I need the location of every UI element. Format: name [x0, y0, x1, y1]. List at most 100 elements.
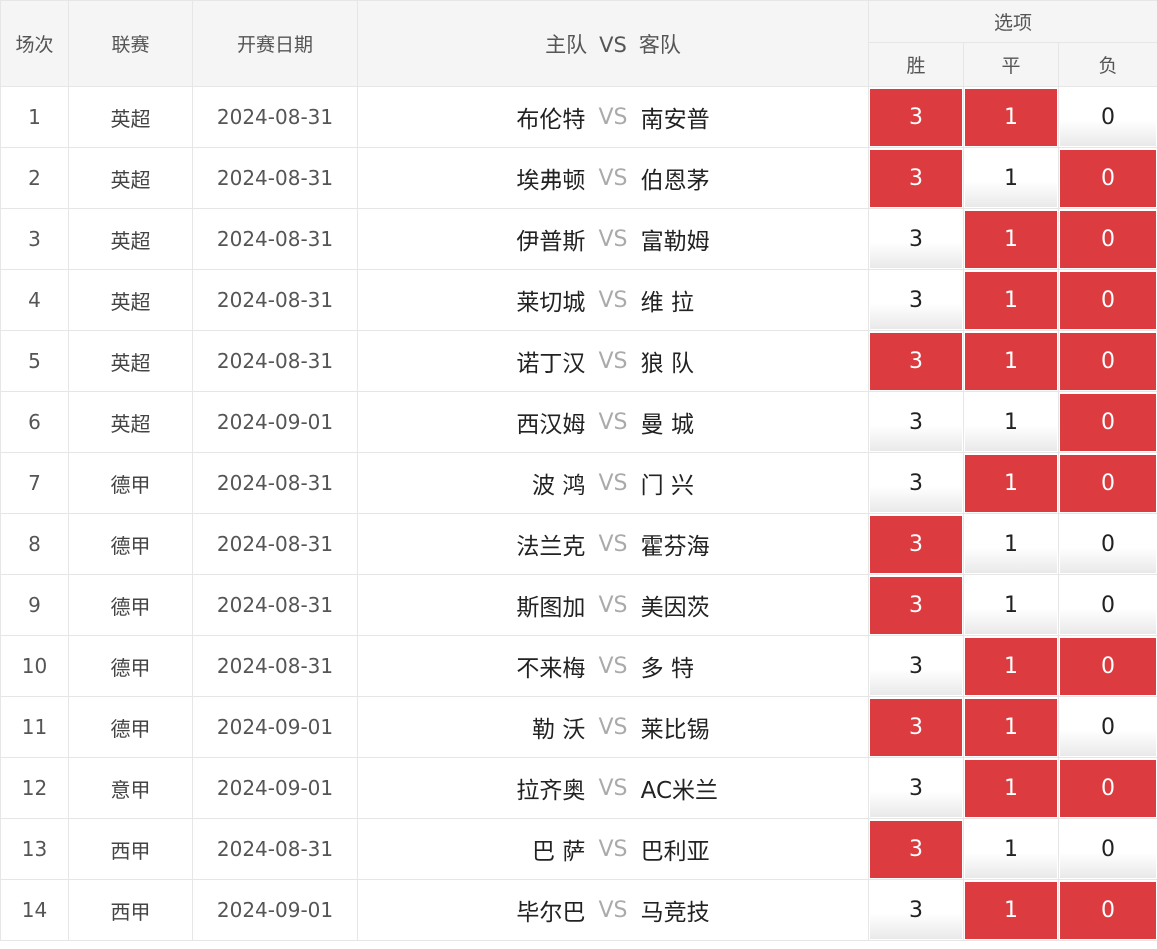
option-loss-button[interactable]: 0	[1060, 88, 1157, 146]
option-cell-win: 3	[868, 269, 964, 331]
option-cell-draw: 1	[963, 879, 1059, 941]
league-name: 德甲	[68, 452, 193, 514]
option-draw-button[interactable]: 1	[965, 332, 1057, 390]
vs-label: VS	[598, 531, 628, 557]
option-win-button[interactable]: 3	[870, 820, 962, 878]
option-cell-draw: 1	[963, 513, 1059, 575]
match-cell: 拉齐奥 VS AC米兰	[357, 757, 869, 819]
option-draw-button[interactable]: 1	[965, 393, 1057, 451]
option-win-button[interactable]: 3	[870, 454, 962, 512]
away-team: 维 拉	[640, 290, 694, 316]
home-team: 拉齐奥	[516, 778, 586, 804]
option-loss-button[interactable]: 0	[1060, 271, 1157, 329]
league-name: 英超	[68, 330, 193, 392]
option-draw-button[interactable]: 1	[965, 637, 1057, 695]
option-draw-button[interactable]: 1	[965, 698, 1057, 756]
option-cell-draw: 1	[963, 574, 1059, 636]
match-cell: 莱切城 VS 维 拉	[357, 269, 869, 331]
match-cell: 勒 沃 VS 莱比锡	[357, 696, 869, 758]
home-team: 西汉姆	[516, 412, 586, 438]
option-cell-loss: 0	[1057, 879, 1157, 941]
header-league: 联赛	[68, 0, 193, 87]
round-number: 10	[0, 635, 69, 697]
option-draw-button[interactable]: 1	[965, 759, 1057, 817]
option-draw-button[interactable]: 1	[965, 881, 1057, 939]
option-cell-win: 3	[868, 147, 964, 209]
match-cell: 法兰克 VS 霍芬海	[357, 513, 869, 575]
vs-label: VS	[598, 653, 628, 679]
option-loss-button[interactable]: 0	[1060, 149, 1157, 207]
option-loss-button[interactable]: 0	[1060, 820, 1157, 878]
header-round: 场次	[0, 0, 69, 87]
match-date: 2024-08-31	[192, 513, 358, 575]
option-cell-win: 3	[868, 879, 964, 941]
option-win-button[interactable]: 3	[870, 881, 962, 939]
round-number: 7	[0, 452, 69, 514]
header-win: 胜	[868, 42, 964, 87]
option-cell-loss: 0	[1057, 574, 1157, 636]
option-loss-button[interactable]: 0	[1060, 454, 1157, 512]
option-win-button[interactable]: 3	[870, 88, 962, 146]
option-loss-button[interactable]: 0	[1060, 515, 1157, 573]
away-team: AC米兰	[640, 778, 719, 804]
option-loss-button[interactable]: 0	[1060, 881, 1157, 939]
match-cell: 斯图加 VS 美因茨	[357, 574, 869, 636]
option-draw-button[interactable]: 1	[965, 210, 1057, 268]
option-cell-draw: 1	[963, 86, 1059, 148]
option-loss-button[interactable]: 0	[1060, 637, 1157, 695]
match-date: 2024-09-01	[192, 757, 358, 819]
option-win-button[interactable]: 3	[870, 271, 962, 329]
round-number: 9	[0, 574, 69, 636]
option-win-button[interactable]: 3	[870, 332, 962, 390]
match-date: 2024-08-31	[192, 86, 358, 148]
option-loss-button[interactable]: 0	[1060, 759, 1157, 817]
option-draw-button[interactable]: 1	[965, 454, 1057, 512]
option-win-button[interactable]: 3	[870, 515, 962, 573]
option-draw-button[interactable]: 1	[965, 515, 1057, 573]
option-cell-win: 3	[868, 513, 964, 575]
option-win-button[interactable]: 3	[870, 698, 962, 756]
vs-label: VS	[598, 226, 628, 252]
option-win-button[interactable]: 3	[870, 210, 962, 268]
option-draw-button[interactable]: 1	[965, 576, 1057, 634]
table-row: 11 德甲 2024-09-01 勒 沃 VS 莱比锡 3 1 0	[0, 696, 1157, 758]
match-date: 2024-09-01	[192, 696, 358, 758]
header-options-group: 选项	[867, 0, 1157, 43]
option-cell-win: 3	[868, 757, 964, 819]
table-row: 12 意甲 2024-09-01 拉齐奥 VS AC米兰 3 1 0	[0, 757, 1157, 819]
table-header: 场次 联赛 开赛日期 主队 VS 客队 选项 胜 平 负	[0, 0, 1157, 87]
round-number: 5	[0, 330, 69, 392]
home-team: 不来梅	[516, 656, 586, 682]
option-draw-button[interactable]: 1	[965, 149, 1057, 207]
option-win-button[interactable]: 3	[870, 149, 962, 207]
option-win-button[interactable]: 3	[870, 759, 962, 817]
option-loss-button[interactable]: 0	[1060, 210, 1157, 268]
option-win-button[interactable]: 3	[870, 393, 962, 451]
option-cell-draw: 1	[963, 391, 1059, 453]
option-draw-button[interactable]: 1	[965, 820, 1057, 878]
match-date: 2024-08-31	[192, 635, 358, 697]
league-name: 英超	[68, 269, 193, 331]
option-loss-button[interactable]: 0	[1060, 393, 1157, 451]
vs-label: VS	[598, 348, 628, 374]
option-draw-button[interactable]: 1	[965, 88, 1057, 146]
option-draw-button[interactable]: 1	[965, 271, 1057, 329]
option-cell-win: 3	[868, 452, 964, 514]
away-team: 美因茨	[640, 595, 710, 621]
round-number: 2	[0, 147, 69, 209]
vs-label: VS	[598, 775, 628, 801]
option-cell-draw: 1	[963, 147, 1059, 209]
table-row: 13 西甲 2024-08-31 巴 萨 VS 巴利亚 3 1 0	[0, 818, 1157, 880]
option-win-button[interactable]: 3	[870, 637, 962, 695]
option-cell-draw: 1	[963, 208, 1059, 270]
option-loss-button[interactable]: 0	[1060, 576, 1157, 634]
option-cell-draw: 1	[963, 330, 1059, 392]
option-loss-button[interactable]: 0	[1060, 698, 1157, 756]
away-team: 巴利亚	[640, 839, 710, 865]
away-team: 曼 城	[640, 412, 694, 438]
option-cell-loss: 0	[1057, 757, 1157, 819]
option-loss-button[interactable]: 0	[1060, 332, 1157, 390]
option-win-button[interactable]: 3	[870, 576, 962, 634]
table-body: 1 英超 2024-08-31 布伦特 VS 南安普 3 1 0 2 英超 20…	[0, 86, 1157, 941]
round-number: 11	[0, 696, 69, 758]
